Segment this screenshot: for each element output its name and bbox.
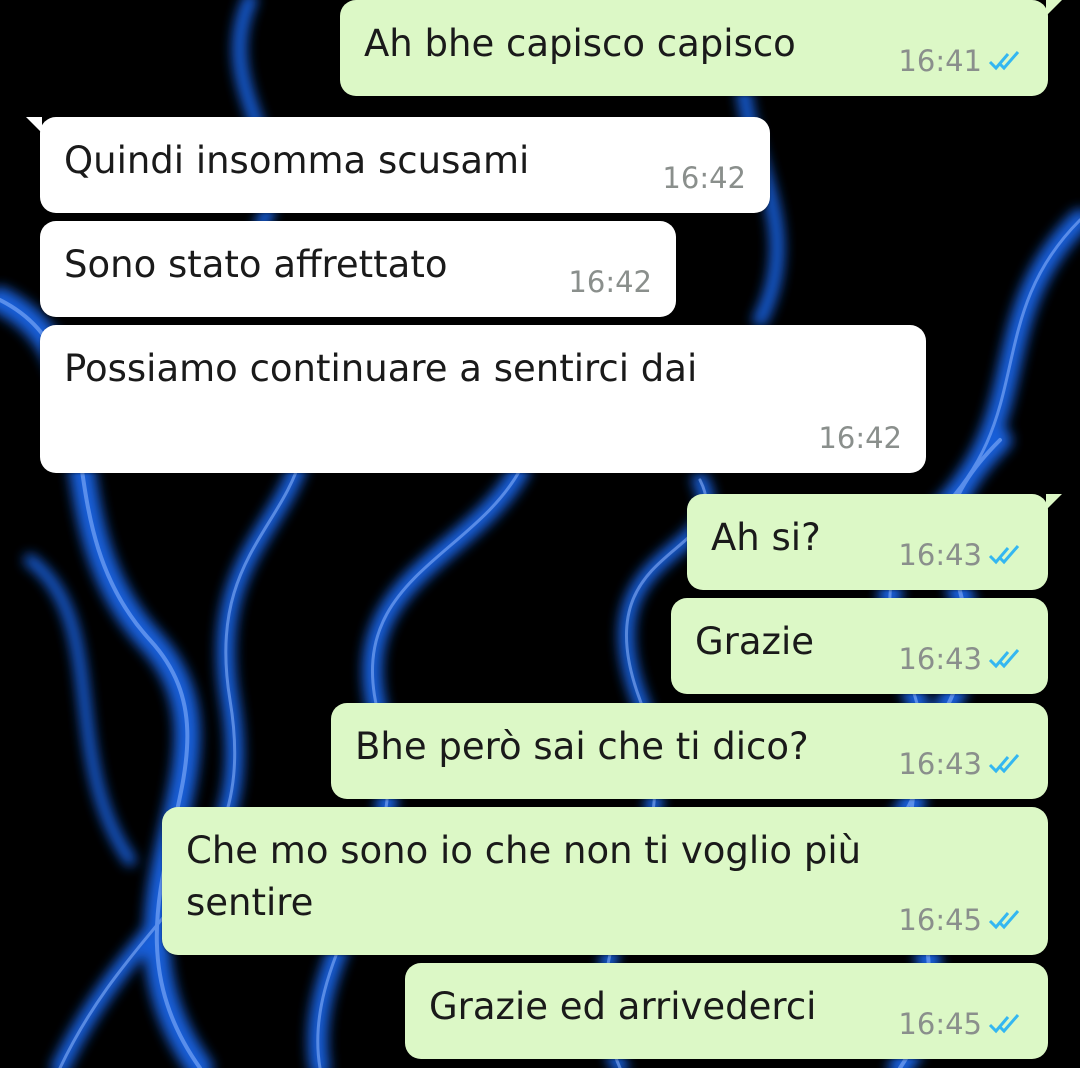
message-text: Grazie ed arrivederci (429, 985, 817, 1028)
message-text: Possiamo continuare a sentirci dai (64, 347, 698, 390)
message-bubble-incoming[interactable]: Possiamo continuare a sentirci dai 16:42 (40, 325, 926, 473)
double-check-read-icon (988, 649, 1020, 669)
message-bubble-outgoing[interactable]: Che mo sono io che non ti voglio più sen… (162, 807, 1048, 955)
bubble-tail (1046, 494, 1062, 510)
message-bubble-incoming[interactable]: Quindi insomma scusami 16:42 (26, 117, 770, 213)
message-bubble-incoming[interactable]: Sono stato affrettato 16:42 (40, 221, 676, 317)
message-bubble-outgoing[interactable]: Grazie ed arrivederci 16:45 (405, 963, 1048, 1059)
message-text: Quindi insomma scusami (64, 139, 530, 182)
message-text: Ah bhe capisco capisco (364, 22, 796, 65)
bubble-tail (26, 117, 42, 133)
message-text: Grazie (695, 620, 815, 663)
message-time: 16:45 (898, 1007, 982, 1041)
message-time: 16:45 (898, 903, 982, 937)
message-text: Ah si? (711, 516, 821, 559)
message-text: Bhe però sai che ti dico? (355, 725, 809, 768)
message-time: 16:42 (662, 161, 746, 195)
message-bubble-outgoing[interactable]: Grazie 16:43 (671, 598, 1048, 694)
message-time: 16:43 (898, 642, 982, 676)
double-check-read-icon (988, 545, 1020, 565)
message-text: Sono stato affrettato (64, 243, 448, 286)
double-check-read-icon (988, 754, 1020, 774)
message-bubble-outgoing[interactable]: Ah si? 16:43 (687, 494, 1062, 590)
message-bubble-outgoing[interactable]: Bhe però sai che ti dico? 16:43 (331, 703, 1048, 799)
message-time: 16:43 (898, 747, 982, 781)
message-time: 16:42 (818, 421, 902, 455)
double-check-read-icon (988, 1014, 1020, 1034)
double-check-read-icon (988, 910, 1020, 930)
message-bubble-outgoing[interactable]: Ah bhe capisco capisco 16:41 (340, 0, 1062, 96)
bubble-tail (1046, 0, 1062, 16)
message-time: 16:43 (898, 538, 982, 572)
message-time: 16:42 (568, 265, 652, 299)
double-check-read-icon (988, 51, 1020, 71)
message-time: 16:41 (898, 44, 982, 78)
message-text: Che mo sono io che non ti voglio più sen… (186, 829, 862, 924)
